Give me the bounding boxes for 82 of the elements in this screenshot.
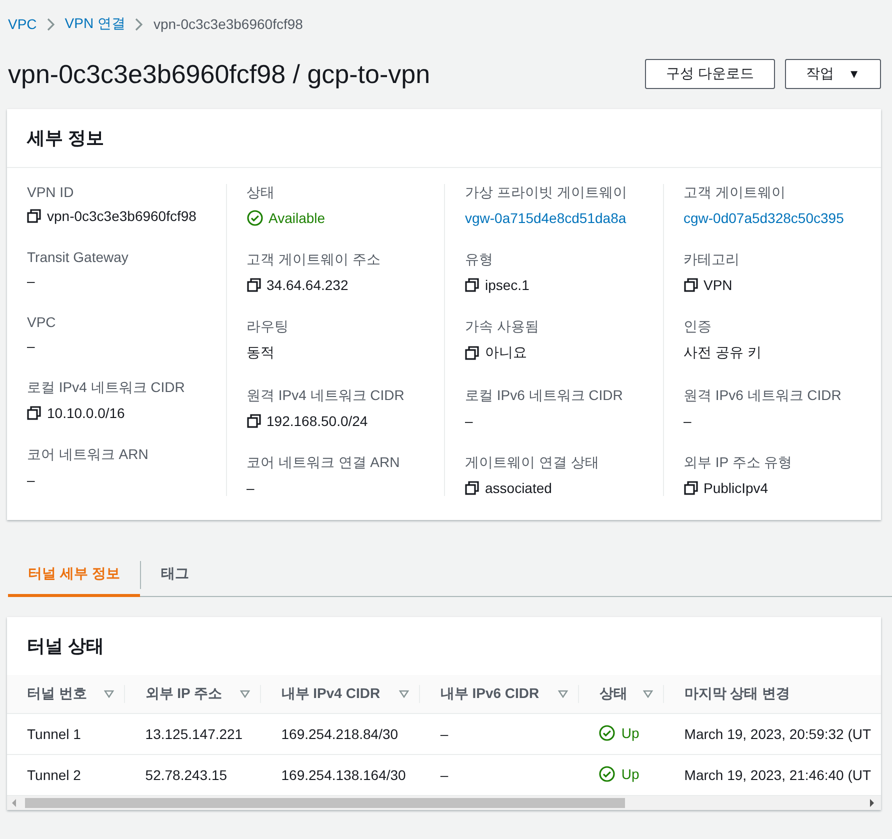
detail-label: 라우팅: [246, 318, 290, 336]
detail-value: VPN: [704, 277, 732, 293]
detail-label: 원격 IPv4 네트워크 CIDR: [246, 387, 406, 405]
table-cell: 52.78.243.15: [145, 767, 228, 783]
detail-value: –: [465, 413, 474, 429]
detail-label: 카테고리: [684, 251, 740, 269]
copy-icon[interactable]: [465, 481, 479, 495]
detail-label: 고객 게이트웨이: [684, 184, 786, 202]
table-cell: Tunnel 1: [27, 726, 81, 742]
detail-value: –: [246, 480, 256, 496]
detail-label: 로컬 IPv4 네트워크 CIDR: [27, 379, 186, 397]
table-cell: March 19, 2023, 21:46:40 (UT: [684, 767, 872, 783]
detail-label: 게이트웨이 연결 상태: [465, 454, 600, 472]
tab[interactable]: 태그: [140, 554, 209, 596]
status-text: Available: [268, 210, 326, 226]
sort-icon[interactable]: [240, 690, 250, 698]
copy-icon[interactable]: [27, 406, 41, 420]
detail-value: 동적: [246, 344, 276, 362]
detail-value: 사전 공유 키: [684, 344, 762, 362]
breadcrumb-link[interactable]: VPN 연결: [64, 15, 126, 33]
actions-dropdown-button[interactable]: 작업 ▼: [785, 59, 881, 89]
detail-value: 아니요: [485, 344, 527, 362]
detail-label: VPN ID: [27, 184, 75, 200]
copy-icon[interactable]: [684, 278, 698, 292]
check-circle-icon: [599, 724, 616, 740]
breadcrumb-link[interactable]: VPC: [8, 16, 37, 32]
table-cell: 169.254.218.84/30: [281, 726, 398, 742]
detail-label: 고객 게이트웨이 주소: [246, 251, 382, 269]
card-heading: 세부 정보: [7, 109, 881, 168]
copy-icon[interactable]: [465, 346, 479, 360]
detail-value: ipsec.1: [485, 277, 530, 293]
detail-label: 로컬 IPv6 네트워크 CIDR: [465, 387, 624, 405]
sort-icon[interactable]: [558, 690, 568, 698]
detail-value: 192.168.50.0/24: [266, 413, 368, 429]
detail-label: 상태: [246, 184, 276, 202]
detail-value: –: [684, 413, 692, 429]
card-heading: 터널 상태: [26, 635, 106, 658]
copy-icon[interactable]: [246, 278, 260, 292]
page-title: vpn-0c3c3e3b6960fcf98 / gcp-to-vpn: [8, 58, 430, 90]
sort-icon[interactable]: [643, 690, 654, 698]
table-cell: Tunnel 2: [27, 767, 81, 783]
detail-label: 외부 IP 주소 유형: [684, 454, 794, 472]
detail-label: 인증: [684, 318, 712, 336]
detail-label: 유형: [465, 251, 494, 269]
table-cell: March 19, 2023, 20:59:32 (UT: [684, 726, 872, 742]
check-circle-icon: [599, 766, 616, 782]
chevron-right-icon: [135, 18, 144, 30]
chevron-right-icon: [46, 18, 55, 30]
detail-value: 10.10.0.0/16: [47, 405, 125, 421]
detail-value: 34.64.64.232: [266, 277, 348, 293]
copy-icon[interactable]: [27, 209, 41, 223]
detail-value: vpn-0c3c3e3b6960fcf98: [47, 208, 196, 224]
table-cell: –: [440, 767, 448, 783]
copy-icon[interactable]: [246, 414, 260, 428]
detail-value: PublicIpv4: [704, 480, 768, 496]
breadcrumb-current: vpn-0c3c3e3b6960fcf98: [153, 16, 303, 32]
table-cell: 169.254.138.164/30: [281, 767, 406, 783]
sort-icon[interactable]: [104, 690, 114, 698]
detail-value: –: [27, 472, 36, 488]
detail-link[interactable]: vgw-0a715d4e8cd51da8a: [465, 210, 642, 226]
detail-value: –: [27, 338, 36, 354]
detail-value: associated: [485, 480, 552, 496]
detail-link[interactable]: cgw-0d07a5d328c50c395: [684, 210, 861, 226]
sort-icon[interactable]: [399, 690, 410, 698]
detail-label: 가속 사용됨: [465, 318, 540, 336]
status-text: Up: [621, 724, 640, 740]
column-header[interactable]: 상태: [599, 685, 628, 703]
detail-label: 가상 프라이빗 게이트웨이: [465, 184, 628, 202]
detail-label: Transit Gateway: [27, 249, 130, 265]
detail-label: 코어 네트워크 ARN: [27, 446, 150, 464]
table-cell: 13.125.147.221: [145, 726, 243, 742]
check-circle-icon: [246, 210, 262, 226]
table-cell: –: [440, 726, 448, 742]
copy-icon[interactable]: [684, 481, 698, 495]
horizontal-scrollbar[interactable]: [7, 796, 881, 810]
download-button[interactable]: 구성 다운로드: [645, 59, 776, 89]
detail-label: VPC: [27, 314, 57, 330]
status-text: Up: [621, 766, 640, 782]
detail-value: –: [27, 273, 36, 289]
detail-label: 코어 네트워크 연결 ARN: [246, 454, 401, 472]
copy-icon[interactable]: [465, 278, 479, 292]
detail-label: 원격 IPv6 네트워크 CIDR: [684, 387, 842, 405]
